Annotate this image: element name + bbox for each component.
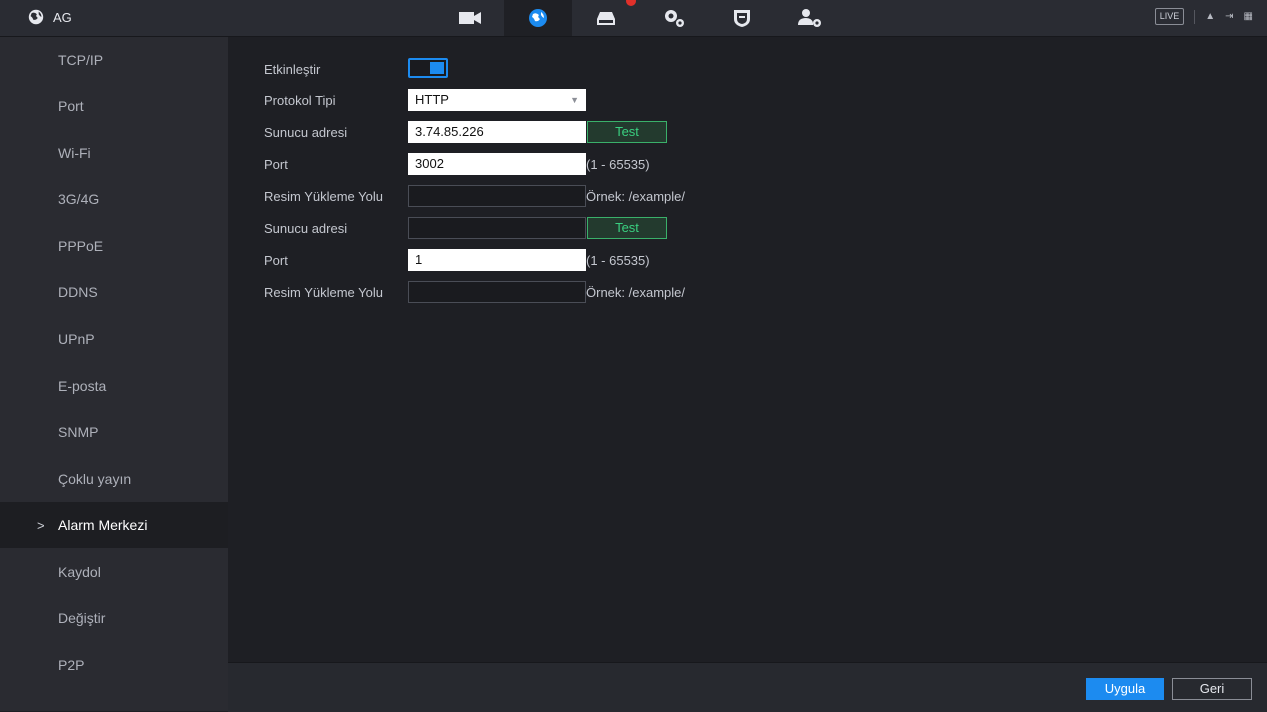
test-button[interactable]: Test (587, 121, 667, 143)
sidebar-item-label: Wi-Fi (58, 145, 91, 161)
sidebar-item-label: 3G/4G (58, 191, 100, 207)
sidebar: TCP/IP Port Wi-Fi 3G/4G PPPoE DDNS UPnP … (0, 37, 228, 711)
back-button[interactable]: Geri (1172, 678, 1252, 700)
port-range-hint: (1 - 65535) (586, 156, 650, 172)
upload-path-hint: Örnek: /example/ (586, 284, 685, 300)
qr-code-icon[interactable]: ▦ (1244, 11, 1253, 22)
settings-gears-icon (665, 10, 684, 27)
sidebar-item-switch[interactable]: Değiştir (0, 595, 228, 641)
security-shield-icon (734, 10, 750, 27)
sidebar-item-label: E-posta (58, 378, 107, 394)
sidebar-item-p2p[interactable]: P2P (0, 642, 228, 688)
sidebar-item-label: Çoklu yayın (58, 471, 132, 487)
server-address-label: Sunucu adresi (264, 220, 348, 236)
sidebar-item-label: DDNS (58, 284, 98, 300)
sidebar-item-label: P2P (58, 657, 85, 673)
nav-security[interactable] (708, 0, 776, 36)
sidebar-item-label: UPnP (58, 331, 95, 347)
upload-path-hint: Örnek: /example/ (586, 188, 685, 204)
port-label: Port (264, 156, 288, 172)
row-port1: Port 3002 (1 - 65535) (228, 153, 1228, 175)
main-panel: Etkinleştir Protokol Tipi HTTP ▼ Sunucu … (228, 37, 1267, 662)
server-address-input[interactable]: 3.74.85.226 (408, 121, 586, 143)
sidebar-item-label: PPPoE (58, 238, 104, 254)
sidebar-item-upnp[interactable]: UPnP (0, 316, 228, 362)
test-button[interactable]: Test (587, 217, 667, 239)
upload-path-label: Resim Yükleme Yolu (264, 284, 383, 300)
upload-path-label: Resim Yükleme Yolu (264, 188, 383, 204)
nav-accounts[interactable] (776, 0, 844, 36)
port-label: Port (264, 252, 288, 268)
server-address-label: Sunucu adresi (264, 124, 348, 140)
sidebar-item-label: Alarm Merkezi (58, 517, 148, 533)
upload-path-input[interactable] (408, 281, 586, 303)
sidebar-item-multicast[interactable]: Çoklu yayın (0, 456, 228, 502)
sidebar-item-label: SNMP (58, 424, 99, 440)
sidebar-item-pppoe[interactable]: PPPoE (0, 223, 228, 269)
port-range-hint: (1 - 65535) (586, 252, 650, 268)
sidebar-item-3g4g[interactable]: 3G/4G (0, 176, 228, 222)
user-icon[interactable]: ▲ (1205, 11, 1215, 22)
port-input[interactable]: 1 (408, 249, 586, 271)
footer-bar: Uygula Geri (228, 662, 1267, 712)
account-settings-icon (798, 9, 821, 27)
top-right-controls: LIVE ▲ ⇥ ▦ (1154, 8, 1253, 25)
sidebar-item-port[interactable]: Port (0, 83, 228, 129)
nav-camera[interactable] (436, 0, 504, 36)
live-button[interactable]: LIVE (1154, 8, 1185, 25)
row-path2: Resim Yükleme Yolu Örnek: /example/ (228, 281, 1228, 303)
sidebar-item-register[interactable]: Kaydol (0, 549, 228, 595)
network-globe-icon (28, 9, 44, 25)
dropdown-arrow-icon: ▼ (570, 95, 579, 105)
enable-label: Etkinleştir (264, 61, 321, 77)
row-protocol: Protokol Tipi HTTP ▼ (228, 89, 1228, 111)
nav-network[interactable] (504, 0, 572, 36)
protocol-label: Protokol Tipi (264, 92, 336, 108)
row-server2: Sunucu adresi Test (228, 217, 1228, 239)
row-server1: Sunucu adresi 3.74.85.226 Test (228, 121, 1228, 143)
protocol-value: HTTP (415, 92, 449, 107)
sidebar-item-alarm-center[interactable]: > Alarm Merkezi (0, 502, 228, 548)
sidebar-item-wifi[interactable]: Wi-Fi (0, 130, 228, 176)
sidebar-item-snmp[interactable]: SNMP (0, 409, 228, 455)
toggle-knob (430, 62, 444, 74)
sidebar-item-tcpip[interactable]: TCP/IP (0, 37, 228, 83)
sidebar-item-label: Değiştir (58, 610, 106, 626)
app-title: AG (53, 9, 72, 25)
network-globe-icon (529, 9, 547, 27)
protocol-select[interactable]: HTTP ▼ (408, 89, 586, 111)
row-path1: Resim Yükleme Yolu Örnek: /example/ (228, 185, 1228, 207)
nav-settings[interactable] (640, 0, 708, 36)
main-nav (436, 0, 844, 36)
enable-toggle[interactable] (408, 58, 448, 78)
camera-icon (459, 12, 481, 24)
server-address-input[interactable] (408, 217, 586, 239)
port-input[interactable]: 3002 (408, 153, 586, 175)
row-port2: Port 1 (1 - 65535) (228, 249, 1228, 271)
upload-path-input[interactable] (408, 185, 586, 207)
sidebar-item-email[interactable]: E-posta (0, 363, 228, 409)
storage-icon (597, 12, 615, 25)
sidebar-item-label: Port (58, 98, 84, 114)
divider (1194, 9, 1196, 24)
sidebar-item-label: Kaydol (58, 564, 101, 580)
logout-icon[interactable]: ⇥ (1225, 11, 1233, 22)
sidebar-item-ddns[interactable]: DDNS (0, 269, 228, 315)
sidebar-item-label: TCP/IP (58, 52, 104, 68)
chevron-right-icon: > (37, 517, 45, 533)
brand: AG (27, 8, 72, 26)
top-bar: AG LIVE ▲ ⇥ ▦ (0, 0, 1267, 37)
row-enable: Etkinleştir (228, 58, 1228, 80)
apply-button[interactable]: Uygula (1086, 678, 1164, 700)
